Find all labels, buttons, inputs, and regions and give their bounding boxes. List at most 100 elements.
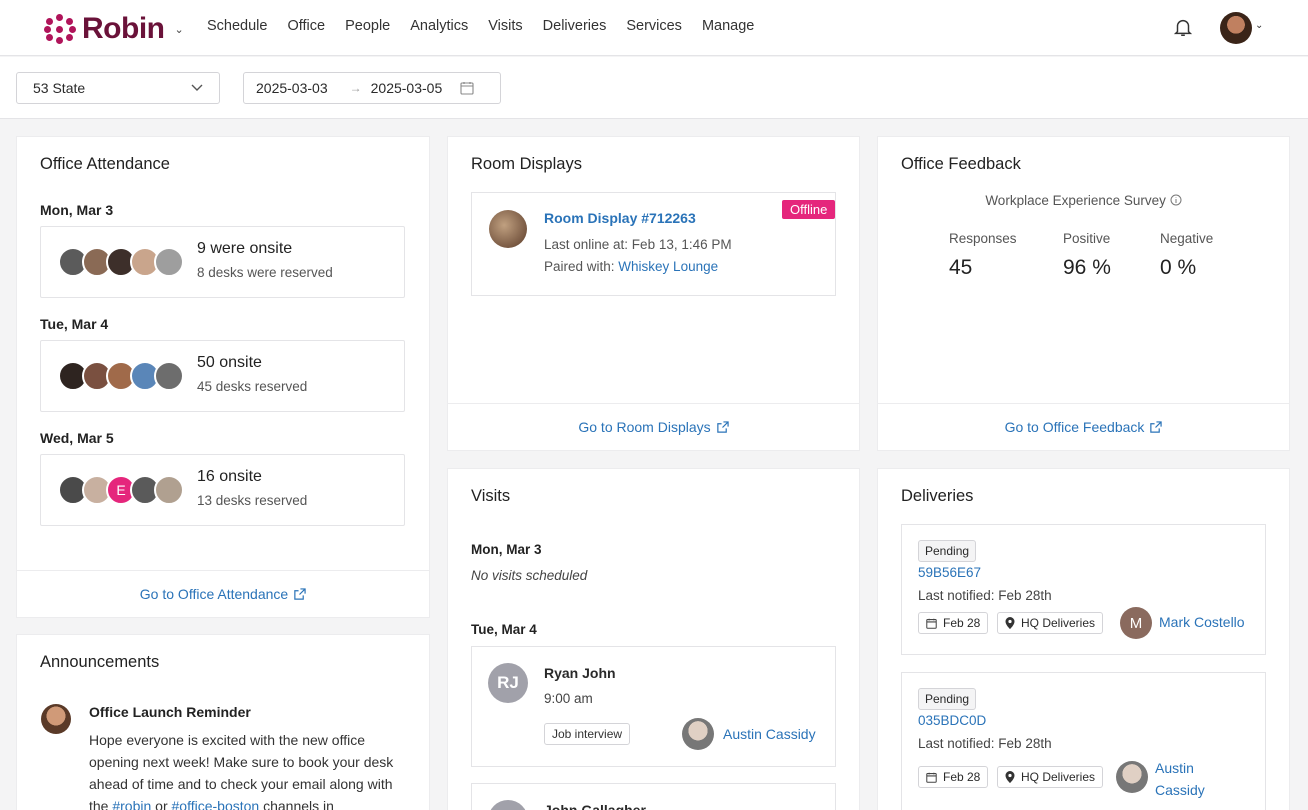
announcement-body: Hope everyone is excited with the new of…: [89, 729, 399, 810]
positive-stat: Positive 96 %: [1063, 231, 1111, 280]
host-avatar: [682, 718, 714, 750]
stat-value: 96 %: [1063, 256, 1111, 279]
survey-label: Workplace Experience Survey: [985, 193, 1166, 208]
external-link-icon: [716, 420, 729, 433]
avatar: [41, 704, 71, 734]
host-link[interactable]: Austin Cassidy: [723, 726, 816, 742]
attendance-day-box[interactable]: 50 onsite 45 desks reserved: [40, 340, 405, 412]
nav-manage[interactable]: Manage: [702, 18, 754, 34]
desks-reserved: 45 desks reserved: [197, 379, 308, 394]
paired-with: Paired with: Whiskey Lounge: [544, 259, 718, 274]
visit-time: 9:00 am: [544, 691, 593, 706]
channel-link[interactable]: #office-boston: [172, 798, 260, 810]
stat-label: Positive: [1063, 231, 1111, 246]
nav-services[interactable]: Services: [626, 18, 682, 34]
visits-card: Visits Mon, Mar 3 No visits scheduled Tu…: [447, 468, 860, 810]
brand-name: Robin: [82, 12, 165, 45]
chevron-down-icon: [191, 84, 203, 91]
room-display-name[interactable]: Room Display #712263: [544, 210, 696, 226]
onsite-count: 9 were onsite: [197, 240, 293, 257]
day-label: Tue, Mar 4: [471, 622, 537, 637]
recipient-avatar: M: [1120, 607, 1152, 639]
stat-label: Negative: [1160, 231, 1214, 246]
visitor-name: Ryan John: [544, 665, 616, 681]
paired-room-link[interactable]: Whiskey Lounge: [618, 259, 718, 274]
chip-label: HQ Deliveries: [1021, 770, 1096, 784]
avatar-stack: E: [58, 475, 184, 505]
onsite-count: 50 onsite: [197, 354, 262, 371]
nav-schedule[interactable]: Schedule: [207, 18, 267, 34]
nav-people[interactable]: People: [345, 18, 390, 34]
no-visits: No visits scheduled: [471, 568, 588, 583]
external-link-icon: [294, 587, 306, 600]
visitor-name: John Gallagher: [544, 802, 646, 810]
office-feedback-card: Office Feedback Workplace Experience Sur…: [877, 136, 1290, 451]
last-notified: Last notified: Feb 28th: [918, 736, 1052, 751]
footer-link-label: Go to Office Feedback: [1004, 419, 1145, 435]
calendar-icon[interactable]: [460, 81, 474, 95]
footer-link-label: Go to Office Attendance: [139, 586, 289, 602]
attendance-day-box[interactable]: 9 were onsite 8 desks were reserved: [40, 226, 405, 298]
location-select[interactable]: 53 State: [16, 72, 220, 104]
avatar-stack: [58, 361, 184, 391]
nav-office[interactable]: Office: [287, 18, 325, 34]
channel-link[interactable]: #robin: [112, 798, 151, 810]
last-notified: Last notified: Feb 28th: [918, 588, 1052, 603]
onsite-count: 16 onsite: [197, 468, 262, 485]
nav-deliveries[interactable]: Deliveries: [543, 18, 607, 34]
room-displays-card: Room Displays Room Display #712263 Last …: [447, 136, 860, 451]
go-to-office-attendance-link[interactable]: Go to Office Attendance: [17, 570, 429, 617]
nav-visits[interactable]: Visits: [488, 18, 522, 34]
stat-value: 0 %: [1160, 256, 1197, 279]
body-text: or: [151, 798, 172, 810]
negative-stat: Negative 0 %: [1160, 231, 1213, 280]
delivery-id[interactable]: 59B56E67: [918, 565, 981, 580]
attendance-day-box[interactable]: E 16 onsite 13 desks reserved: [40, 454, 405, 526]
user-avatar[interactable]: [1220, 12, 1252, 44]
recipient-link[interactable]: Austin Cassidy: [1155, 757, 1205, 801]
chip-label: HQ Deliveries: [1021, 616, 1096, 630]
desks-reserved: 13 desks reserved: [197, 493, 308, 508]
visit-item[interactable]: John Gallagher: [471, 783, 836, 810]
nav-analytics[interactable]: Analytics: [410, 18, 468, 34]
end-date[interactable]: 2025-03-05: [371, 80, 443, 96]
robin-logo[interactable]: Robin ⌄: [44, 12, 184, 46]
delivery-id[interactable]: 035BDC0D: [918, 713, 986, 728]
delivery-item[interactable]: Pending 035BDC0D Last notified: Feb 28th…: [901, 672, 1266, 810]
date-range-picker[interactable]: 2025-03-03 → 2025-03-05: [243, 72, 501, 104]
avatar: [154, 361, 184, 391]
go-to-room-displays-link[interactable]: Go to Room Displays: [448, 403, 859, 450]
body-text: channels in: [259, 798, 334, 810]
desks-reserved: 8 desks were reserved: [197, 265, 333, 280]
filter-bar: 53 State 2025-03-03 → 2025-03-05: [0, 57, 1308, 119]
day-label: Wed, Mar 5: [40, 430, 114, 446]
external-link-icon: [1150, 420, 1163, 433]
announcements-card: Announcements Office Launch Reminder Hop…: [16, 634, 430, 810]
visitor-avatar: [488, 800, 528, 810]
arrow-right-icon: →: [349, 81, 362, 95]
location-chip: HQ Deliveries: [997, 612, 1104, 634]
deliveries-card: Deliveries Pending 59B56E67 Last notifie…: [877, 468, 1290, 810]
bell-icon[interactable]: [1172, 16, 1194, 38]
avatar: [154, 475, 184, 505]
responses-stat: Responses 45: [949, 231, 1017, 280]
card-title: Office Attendance: [40, 155, 170, 173]
card-title: Announcements: [40, 653, 160, 671]
map-pin-icon: [1005, 617, 1015, 629]
stat-value: 45: [949, 256, 973, 279]
robin-logo-icon: [44, 13, 76, 45]
calendar-icon: [926, 772, 937, 783]
stat-label: Responses: [949, 231, 1017, 246]
chevron-down-icon[interactable]: ⌄: [1255, 20, 1263, 31]
recipient-link[interactable]: Mark Costello: [1159, 614, 1245, 630]
card-title: Deliveries: [901, 487, 974, 505]
visit-item[interactable]: RJ Ryan John 9:00 am Job interview Austi…: [471, 646, 836, 767]
footer-link-label: Go to Room Displays: [578, 419, 711, 435]
delivery-item[interactable]: Pending 59B56E67 Last notified: Feb 28th…: [901, 524, 1266, 655]
chevron-down-icon[interactable]: ⌄: [174, 23, 183, 36]
status-badge: Pending: [918, 688, 977, 710]
info-icon[interactable]: [1170, 194, 1182, 206]
start-date[interactable]: 2025-03-03: [256, 80, 328, 96]
go-to-office-feedback-link[interactable]: Go to Office Feedback: [878, 403, 1289, 450]
recipient-first: Austin: [1155, 760, 1194, 776]
